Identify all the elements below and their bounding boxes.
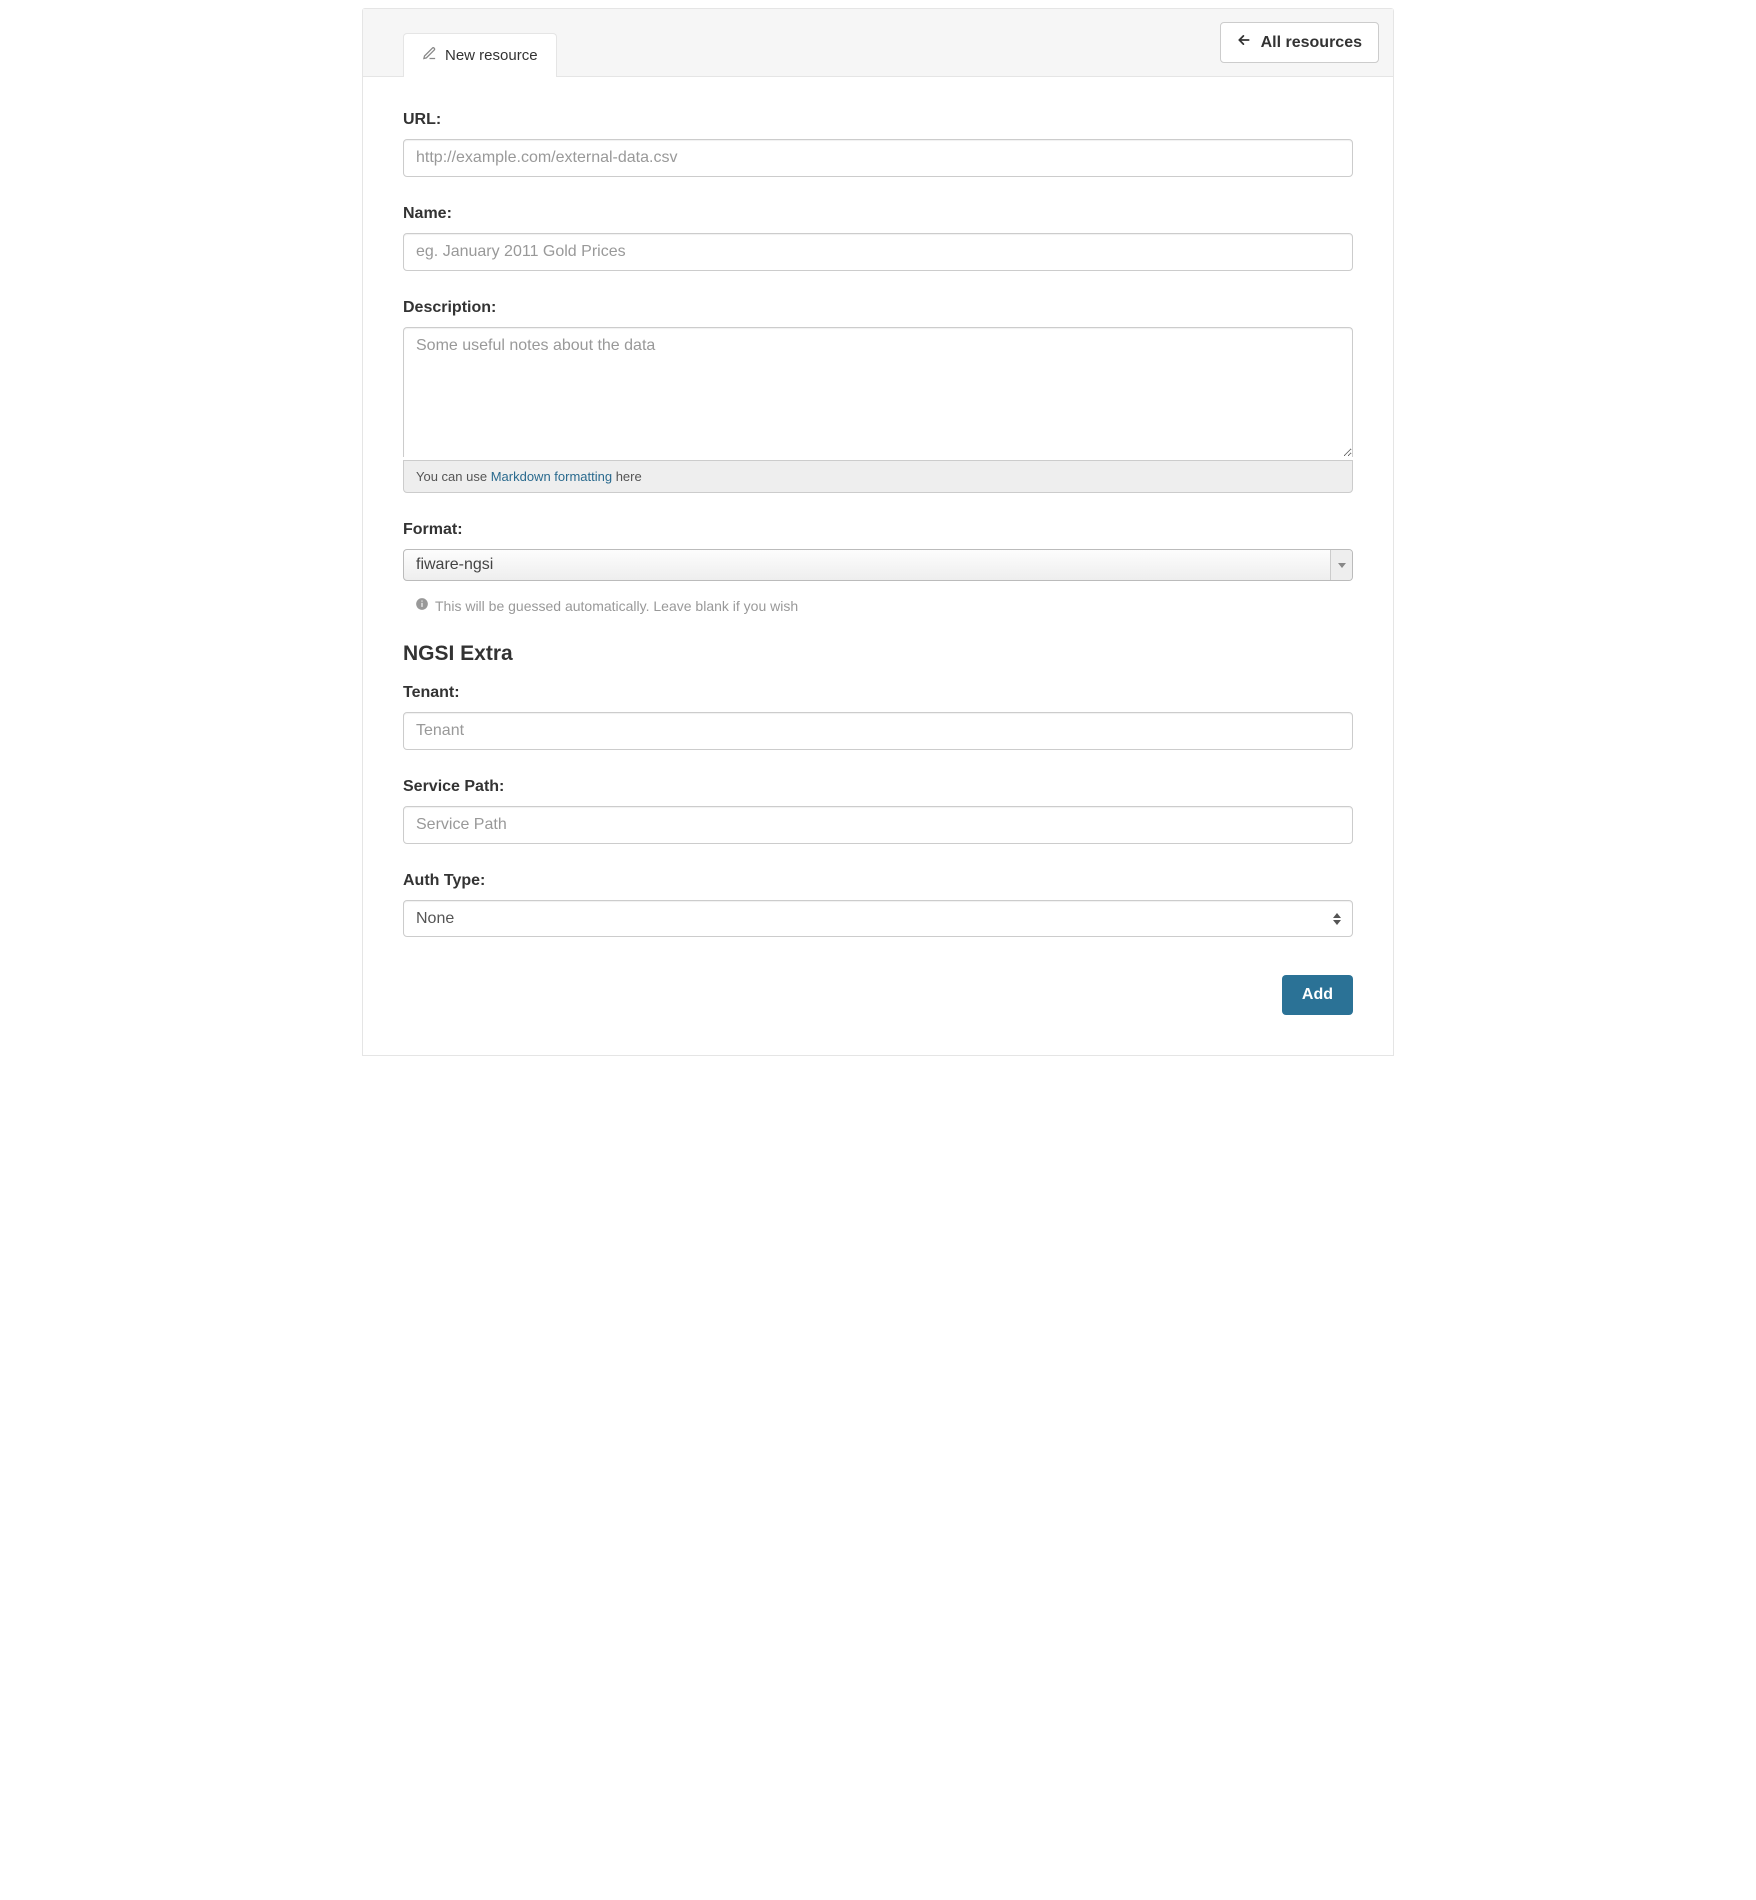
format-label: Format:	[403, 521, 1353, 539]
format-helper: This will be guessed automatically. Leav…	[403, 597, 1353, 614]
all-resources-button[interactable]: All resources	[1220, 22, 1379, 63]
tenant-label: Tenant:	[403, 684, 1353, 702]
auth-type-group: Auth Type: None	[403, 872, 1353, 937]
hint-suffix: here	[612, 469, 642, 484]
tenant-input[interactable]	[403, 712, 1353, 750]
edit-icon	[422, 46, 437, 65]
auth-type-label: Auth Type:	[403, 872, 1353, 890]
name-label: Name:	[403, 205, 1353, 223]
name-group: Name:	[403, 205, 1353, 271]
url-group: URL:	[403, 111, 1353, 177]
format-group: Format: This will be guessed automatical…	[403, 521, 1353, 614]
info-icon	[415, 597, 429, 614]
auth-type-select[interactable]: None	[403, 900, 1353, 937]
all-resources-label: All resources	[1261, 34, 1362, 52]
page-container: New resource All resources URL: Name: De…	[362, 8, 1394, 1056]
actions-row: Add	[403, 975, 1353, 1015]
name-input[interactable]	[403, 233, 1353, 271]
markdown-hint: You can use Markdown formatting here	[403, 460, 1353, 493]
tenant-group: Tenant:	[403, 684, 1353, 750]
tab-label: New resource	[445, 47, 538, 64]
add-button[interactable]: Add	[1282, 975, 1353, 1015]
form-area: URL: Name: Description: You can use Mark…	[363, 77, 1393, 1055]
description-group: Description: You can use Markdown format…	[403, 299, 1353, 493]
description-textarea[interactable]	[403, 327, 1353, 457]
format-combobox[interactable]	[403, 549, 1353, 581]
url-input[interactable]	[403, 139, 1353, 177]
service-path-group: Service Path:	[403, 778, 1353, 844]
service-path-input[interactable]	[403, 806, 1353, 844]
service-path-label: Service Path:	[403, 778, 1353, 796]
description-label: Description:	[403, 299, 1353, 317]
hint-prefix: You can use	[416, 469, 491, 484]
tab-new-resource[interactable]: New resource	[403, 33, 557, 77]
arrow-left-icon	[1237, 33, 1251, 52]
markdown-link[interactable]: Markdown formatting	[491, 469, 612, 484]
url-label: URL:	[403, 111, 1353, 129]
format-helper-text: This will be guessed automatically. Leav…	[435, 598, 798, 614]
format-input[interactable]	[403, 549, 1353, 581]
auth-type-select-wrap: None	[403, 900, 1353, 937]
header-bar: New resource All resources	[363, 9, 1393, 77]
ngsi-heading: NGSI Extra	[403, 642, 1353, 666]
